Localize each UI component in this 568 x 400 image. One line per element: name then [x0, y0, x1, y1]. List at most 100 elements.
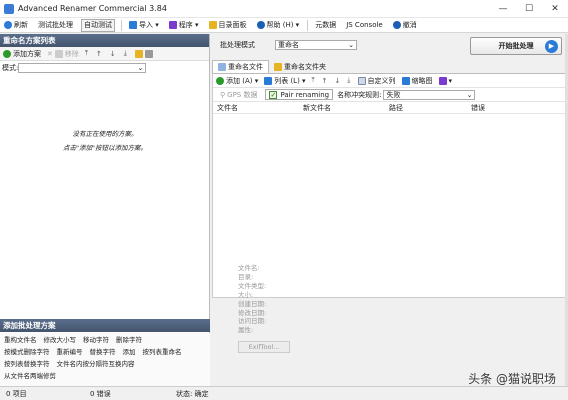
method-list-replace[interactable]: 按列表替换字符: [4, 358, 50, 368]
custom-columns-button[interactable]: 自定义列: [357, 76, 396, 86]
undo-button[interactable]: 撤消: [391, 19, 419, 32]
files-panel: 批处理模式 重命名 ⌄ 开始批处理 ▶ 重命名文件 重命名文件夹 添加 (A) ▾…: [212, 34, 568, 386]
checkbox-checked-icon: ✓: [269, 90, 278, 99]
file-info-panel: 文件名: 目录: 文件类型: 大小: 创建日期: 修改日期: 访问日期: 属性:: [238, 264, 266, 335]
method-case[interactable]: 修改大小写: [44, 334, 77, 344]
column-new-filename[interactable]: 新文件名: [303, 103, 331, 113]
conflict-rule-select[interactable]: 失败 ⌄: [383, 89, 476, 100]
method-replace[interactable]: 替换字符: [90, 346, 116, 356]
method-new-name[interactable]: 重构文件名: [4, 334, 37, 344]
help-icon: [256, 21, 265, 29]
file-table-header: 文件名 新文件名 路径 错误: [213, 102, 567, 114]
programs-menu[interactable]: 程序 ▾: [167, 19, 201, 32]
add-method-section: 添加批处理方案: [0, 319, 210, 332]
mode-row: 模式: ⌄: [0, 61, 209, 74]
separator: [307, 19, 309, 31]
method-renumber[interactable]: 重新编号: [57, 346, 83, 356]
status-state: 状态: 确定: [176, 389, 209, 398]
chevron-down-icon: ▾: [448, 76, 453, 85]
pair-renaming-toggle[interactable]: ✓ Pair renaming: [265, 89, 334, 100]
thumbnails-button[interactable]: 缩略图: [401, 76, 433, 86]
add-method-header: 添加批处理方案: [0, 319, 210, 332]
info-created-label: 创建日期:: [238, 299, 267, 308]
tab-rename-folders[interactable]: 重命名文件夹: [269, 60, 331, 73]
info-filename-label: 文件名:: [238, 264, 260, 272]
chevron-down-icon: ⌄: [348, 41, 354, 49]
mode-select[interactable]: ⌄: [18, 62, 147, 73]
info-directory-label: 目录:: [238, 272, 254, 281]
method-trim[interactable]: 从文件名两端修剪: [4, 370, 56, 380]
start-batch-button[interactable]: 开始批处理 ▶: [470, 37, 562, 55]
folder-panel-button[interactable]: 目录面板: [207, 19, 249, 32]
folder-icon: [208, 21, 217, 29]
watermark: 头条 @猫说职场: [468, 372, 556, 386]
info-attributes-label: 属性:: [238, 326, 254, 335]
tab-rename-files[interactable]: 重命名文件: [212, 60, 269, 73]
undo-icon: [392, 21, 401, 29]
info-accessed-label: 访问日期:: [238, 317, 267, 326]
close-button[interactable]: ✕: [542, 0, 568, 18]
js-console-button[interactable]: JS Console: [344, 19, 385, 32]
auto-test-button[interactable]: 自动测试: [81, 18, 115, 32]
app-icon: [4, 3, 14, 14]
status-items: 0 项目: [6, 389, 27, 398]
thumbnail-icon: [401, 76, 410, 85]
view-list-icon: [438, 76, 447, 85]
method-buttons: 重构文件名 修改大小写 移动字符 删除字符 按模式删除字符 重新编号 替换字符 …: [0, 333, 210, 387]
save-icon[interactable]: [144, 49, 153, 58]
info-size-label: 大小:: [238, 290, 254, 299]
remove-method-button[interactable]: ✕ 移除: [47, 49, 79, 59]
maximize-button[interactable]: ☐: [516, 0, 542, 18]
list-menu-button[interactable]: 列表 (L) ▾: [264, 76, 306, 86]
move-up-icon[interactable]: ↑: [96, 50, 102, 58]
import-menu[interactable]: 导入 ▾: [127, 19, 161, 32]
exiftool-button[interactable]: ExifTool...: [238, 341, 290, 353]
method-list-header: 重命名方案列表: [0, 34, 209, 47]
move-top-icon[interactable]: ⤒: [312, 76, 315, 85]
test-batch-button[interactable]: 测试批处理: [36, 19, 75, 32]
column-path[interactable]: 路径: [389, 103, 403, 113]
method-remove-pattern[interactable]: 按模式删除字符: [4, 346, 50, 356]
view-options-button[interactable]: ▾: [438, 76, 453, 85]
move-down-icon[interactable]: ↓: [110, 50, 116, 58]
move-down-icon[interactable]: ↓: [335, 77, 341, 85]
folder-icon[interactable]: [134, 49, 143, 58]
folder-icon: [274, 62, 282, 71]
method-move[interactable]: 移动字符: [83, 334, 109, 344]
method-swap[interactable]: 文件名内按分隔符互换内容: [57, 358, 135, 368]
refresh-button[interactable]: 刷新: [2, 19, 30, 32]
empty-message-line1: 没有正在使用的方案。: [72, 130, 138, 138]
close-icon: ✕: [47, 49, 53, 58]
add-files-button[interactable]: 添加 (A) ▾: [216, 76, 258, 86]
info-filetype-label: 文件类型:: [238, 281, 267, 290]
conflict-rule-label: 名称冲突规则:: [337, 90, 382, 99]
chevron-down-icon: ⌄: [137, 63, 144, 72]
move-up-icon[interactable]: ↑: [322, 77, 328, 85]
separator: [121, 19, 122, 31]
import-icon: [129, 21, 137, 29]
method-remove[interactable]: 删除字符: [116, 334, 142, 344]
batch-mode-select[interactable]: 重命名 ⌄: [275, 40, 357, 50]
help-menu[interactable]: 帮助 (H) ▾: [255, 19, 302, 32]
method-row: 按模式删除字符 重新编号 替换字符 添加 按列表重命名: [0, 345, 210, 357]
play-icon: ▶: [545, 40, 558, 53]
file-options-row: ⚲ GPS 数据 ✓ Pair renaming 名称冲突规则: 失败 ⌄: [213, 88, 567, 102]
move-bottom-icon[interactable]: ⤓: [124, 49, 127, 58]
move-bottom-icon[interactable]: ⤓: [347, 76, 350, 85]
metadata-button[interactable]: 元数据: [313, 19, 338, 32]
move-top-icon[interactable]: ⤒: [85, 49, 88, 58]
add-method-button[interactable]: 添加方案: [3, 49, 41, 59]
status-errors: 0 错误: [90, 389, 111, 398]
method-row: 按列表替换字符 文件名内按分隔符互换内容: [0, 357, 210, 369]
gps-data-button[interactable]: GPS 数据: [227, 90, 257, 100]
add-icon: [3, 49, 11, 58]
refresh-icon: [4, 21, 12, 29]
column-error[interactable]: 错误: [471, 103, 485, 113]
minimize-button[interactable]: —: [490, 0, 516, 18]
file-icon: [218, 63, 226, 71]
eye-icon: [54, 49, 63, 58]
empty-message-line2: 点击"添加"按钮以添加方案。: [63, 144, 147, 152]
method-list-rename[interactable]: 按列表重命名: [143, 346, 182, 356]
method-add[interactable]: 添加: [123, 346, 136, 356]
column-filename[interactable]: 文件名: [217, 103, 238, 113]
